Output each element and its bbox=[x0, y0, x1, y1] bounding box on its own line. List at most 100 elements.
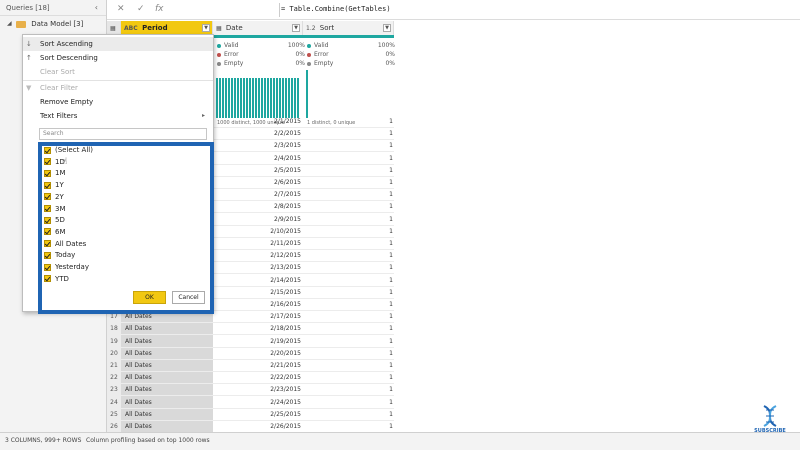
date-cell[interactable]: 2/22/2015 bbox=[213, 372, 301, 384]
cancel-x-icon[interactable]: ✕ bbox=[117, 4, 125, 14]
checkbox-checked-icon[interactable] bbox=[44, 228, 51, 236]
sort-cell[interactable]: 1 bbox=[303, 336, 393, 348]
filter-checkbox-item[interactable]: 1Y bbox=[44, 180, 64, 191]
histogram-bar[interactable] bbox=[285, 78, 287, 118]
period-cell[interactable]: All Dates bbox=[125, 397, 152, 409]
ok-button[interactable]: OK bbox=[133, 291, 166, 304]
sort-descending-item[interactable]: ↑ Sort Descending bbox=[23, 51, 213, 65]
sort-cell[interactable]: 1 bbox=[303, 177, 393, 189]
histogram-bar[interactable] bbox=[270, 78, 272, 118]
sort-cell[interactable]: 1 bbox=[303, 287, 393, 299]
table-row[interactable]: 19 All Dates 2/19/2015 1 bbox=[107, 336, 394, 348]
checkbox-checked-icon[interactable] bbox=[44, 181, 51, 189]
table-row[interactable]: 18 All Dates 2/18/2015 1 bbox=[107, 323, 394, 336]
sort-cell[interactable]: 1 bbox=[303, 250, 393, 262]
checkbox-checked-icon[interactable] bbox=[44, 263, 51, 271]
date-cell[interactable]: 2/6/2015 bbox=[213, 177, 301, 189]
histogram-bar[interactable] bbox=[249, 78, 251, 118]
histogram-bar[interactable] bbox=[267, 78, 269, 118]
histogram-bar[interactable] bbox=[297, 78, 299, 118]
date-cell[interactable]: 2/3/2015 bbox=[213, 140, 301, 152]
sort-cell[interactable]: 1 bbox=[303, 140, 393, 152]
histogram-bar[interactable] bbox=[288, 78, 290, 118]
date-cell[interactable]: 2/20/2015 bbox=[213, 348, 301, 360]
filter-checkbox-item[interactable]: 2Y bbox=[44, 192, 64, 203]
histogram-bar[interactable] bbox=[219, 78, 221, 118]
date-cell[interactable]: 2/18/2015 bbox=[213, 323, 301, 335]
histogram-bar[interactable] bbox=[306, 70, 308, 118]
histogram-bar[interactable] bbox=[276, 78, 278, 118]
filter-checkbox-item[interactable]: 5D bbox=[44, 215, 65, 226]
date-cell[interactable]: 2/13/2015 bbox=[213, 262, 301, 274]
histogram-bar[interactable] bbox=[261, 78, 263, 118]
checkbox-checked-icon[interactable] bbox=[44, 146, 51, 154]
period-cell[interactable]: All Dates bbox=[125, 360, 152, 372]
sort-cell[interactable]: 1 bbox=[303, 214, 393, 226]
date-cell[interactable]: 2/1/2015 bbox=[213, 116, 301, 128]
column-header-sort[interactable]: 1.2 Sort ▼ bbox=[303, 21, 394, 35]
filter-checkbox-item[interactable]: All Dates bbox=[44, 239, 86, 250]
histogram-bar[interactable] bbox=[234, 78, 236, 118]
histogram-bar[interactable] bbox=[282, 78, 284, 118]
date-cell[interactable]: 2/21/2015 bbox=[213, 360, 301, 372]
date-cell[interactable]: 2/8/2015 bbox=[213, 201, 301, 213]
filter-checkbox-item[interactable]: 6M bbox=[44, 227, 66, 238]
histogram-bar[interactable] bbox=[291, 78, 293, 118]
checkbox-checked-icon[interactable] bbox=[44, 251, 51, 259]
column-header-date[interactable]: ▦ Date ▼ bbox=[213, 21, 303, 35]
histogram-bar[interactable] bbox=[255, 78, 257, 118]
filter-checkbox-item[interactable]: (Select All) bbox=[44, 145, 93, 156]
clear-filter-item[interactable]: ▼ Clear Filter bbox=[23, 81, 213, 95]
date-cell[interactable]: 2/7/2015 bbox=[213, 189, 301, 201]
filter-dropdown-icon[interactable]: ▼ bbox=[383, 24, 391, 32]
row-number[interactable]: 20 bbox=[107, 348, 121, 360]
remove-empty-item[interactable]: Remove Empty bbox=[23, 95, 213, 109]
search-input[interactable]: Search bbox=[39, 128, 207, 140]
sort-cell[interactable]: 1 bbox=[303, 165, 393, 177]
date-cell[interactable]: 2/25/2015 bbox=[213, 409, 301, 421]
date-cell[interactable]: 2/2/2015 bbox=[213, 128, 301, 140]
triangle-down-icon[interactable]: ◢ bbox=[7, 16, 12, 32]
date-cell[interactable]: 2/15/2015 bbox=[213, 287, 301, 299]
checkbox-checked-icon[interactable] bbox=[44, 275, 51, 283]
sort-cell[interactable]: 1 bbox=[303, 360, 393, 372]
checkbox-checked-icon[interactable] bbox=[44, 169, 51, 177]
filter-dropdown-icon[interactable]: ▼ bbox=[202, 24, 210, 32]
row-number[interactable]: 19 bbox=[107, 336, 121, 348]
column-header-period[interactable]: ABC Period ▼ bbox=[121, 21, 213, 35]
sort-cell[interactable]: 1 bbox=[303, 238, 393, 250]
period-cell[interactable]: All Dates bbox=[125, 384, 152, 396]
fx-icon[interactable]: fx bbox=[155, 4, 164, 14]
histogram-bar[interactable] bbox=[279, 78, 281, 118]
histogram-bar[interactable] bbox=[216, 78, 218, 118]
table-row[interactable]: 22 All Dates 2/22/2015 1 bbox=[107, 372, 394, 385]
histogram-bar[interactable] bbox=[237, 78, 239, 118]
histogram-bar[interactable] bbox=[246, 78, 248, 118]
sort-cell[interactable]: 1 bbox=[303, 262, 393, 274]
histogram-bar[interactable] bbox=[264, 78, 266, 118]
sort-cell[interactable]: 1 bbox=[303, 311, 393, 323]
sort-cell[interactable]: 1 bbox=[303, 409, 393, 421]
date-cell[interactable]: 2/10/2015 bbox=[213, 226, 301, 238]
histogram-bar[interactable] bbox=[222, 78, 224, 118]
histogram-bar[interactable] bbox=[240, 78, 242, 118]
sort-cell[interactable]: 1 bbox=[303, 201, 393, 213]
row-number[interactable]: 23 bbox=[107, 384, 121, 396]
sort-cell[interactable]: 1 bbox=[303, 189, 393, 201]
commit-check-icon[interactable]: ✓ bbox=[137, 4, 145, 14]
period-cell[interactable]: All Dates bbox=[125, 336, 152, 348]
filter-checkbox-item[interactable]: YTD bbox=[44, 274, 69, 285]
subscribe-watermark[interactable]: SUBSCRIBE bbox=[752, 404, 788, 440]
table-row[interactable]: 21 All Dates 2/21/2015 1 bbox=[107, 360, 394, 372]
sort-cell[interactable]: 1 bbox=[303, 397, 393, 409]
table-row[interactable]: 23 All Dates 2/23/2015 1 bbox=[107, 384, 394, 397]
histogram-bar[interactable] bbox=[294, 78, 296, 118]
date-cell[interactable]: 2/23/2015 bbox=[213, 384, 301, 396]
histogram-bar[interactable] bbox=[231, 78, 233, 118]
date-cell[interactable]: 2/14/2015 bbox=[213, 275, 301, 287]
date-cell[interactable]: 2/17/2015 bbox=[213, 311, 301, 323]
table-row[interactable]: 20 All Dates 2/20/2015 1 bbox=[107, 348, 394, 360]
row-number[interactable]: 18 bbox=[107, 323, 121, 335]
sort-cell[interactable]: 1 bbox=[303, 128, 393, 140]
date-cell[interactable]: 2/11/2015 bbox=[213, 238, 301, 250]
